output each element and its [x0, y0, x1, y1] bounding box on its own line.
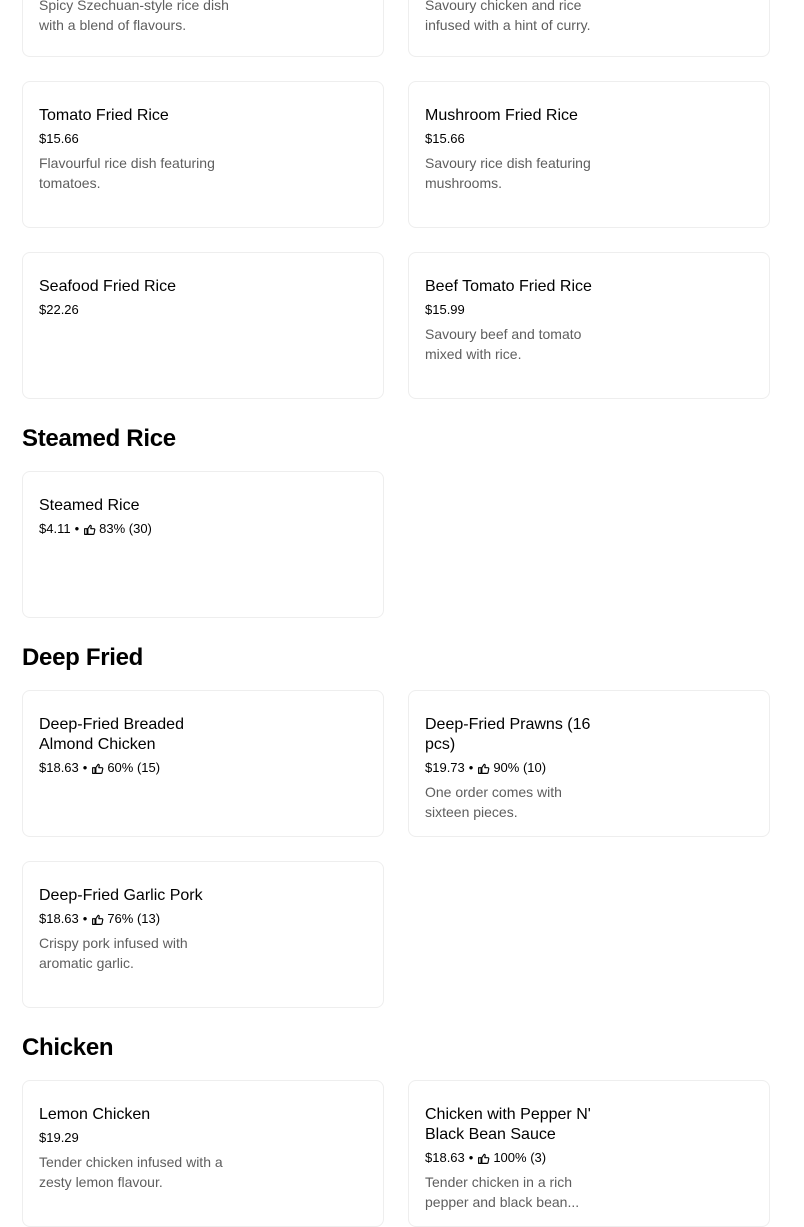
item-description: Savoury rice dish featuring mushrooms.	[425, 155, 591, 191]
menu-item-card[interactable]: Tomato Fried Rice $15.66 Flavourful rice…	[22, 81, 384, 228]
item-price: $4.11	[39, 521, 71, 536]
item-price: $15.66	[39, 131, 79, 146]
meta-separator: •	[468, 1150, 474, 1165]
item-rating: 83% (30)	[99, 521, 152, 536]
menu-item-card[interactable]: Lemon Chicken $19.29 Tender chicken infu…	[22, 1080, 384, 1227]
section-title-steamed-rice: Steamed Rice	[22, 425, 176, 452]
item-name: Steamed Rice	[39, 497, 140, 514]
thumbs-up-icon	[92, 914, 104, 925]
item-price: $18.63	[425, 1150, 465, 1165]
item-name: Lemon Chicken	[39, 1106, 151, 1123]
item-name: Tomato Fried Rice	[39, 107, 169, 124]
item-price: $15.66	[425, 131, 465, 146]
thumbs-up-icon	[84, 524, 96, 535]
item-rating: 100% (3)	[493, 1150, 547, 1165]
item-description: One order comes with sixteen pieces.	[425, 784, 562, 820]
menu-item-card[interactable]: Steamed Rice $4.11 • 83% (30)	[22, 471, 384, 618]
item-name: Chicken with Pepper N' Black Bean Sauce	[425, 1106, 591, 1143]
item-price: $19.29	[39, 1130, 79, 1145]
item-rating: 90% (10)	[493, 760, 547, 775]
item-name: Mushroom Fried Rice	[425, 107, 578, 124]
meta-separator: •	[82, 911, 88, 926]
item-name: Beef Tomato Fried Rice	[425, 278, 592, 295]
item-description: Spicy Szechuan-style rice dish with a bl…	[39, 0, 229, 33]
thumbs-up-icon	[92, 763, 104, 774]
section-title-deep-fried: Deep Fried	[22, 644, 144, 671]
menu-item-card[interactable]: Mushroom Fried Rice $15.66 Savoury rice …	[408, 81, 770, 228]
item-name: Deep-Fried Prawns (16 pcs)	[425, 716, 591, 753]
menu-item-card[interactable]: Savoury chicken and rice infused with a …	[408, 0, 770, 57]
item-rating: 76% (13)	[107, 911, 161, 926]
menu-item-card[interactable]: Spicy Szechuan-style rice dish with a bl…	[22, 0, 384, 57]
menu-item-card[interactable]: Deep-Fried Breaded Almond Chicken $18.63…	[22, 690, 384, 837]
menu-item-card[interactable]: Beef Tomato Fried Rice $15.99 Savoury be…	[408, 252, 770, 399]
thumbs-up-icon	[478, 763, 490, 774]
thumbs-up-icon	[478, 1153, 490, 1164]
item-description: Savoury beef and tomato mixed with rice.	[425, 326, 582, 362]
item-name: Deep-Fried Breaded Almond Chicken	[39, 716, 184, 753]
item-name: Seafood Fried Rice	[39, 278, 176, 295]
item-description: Crispy pork infused with aromatic garlic…	[39, 935, 188, 971]
item-description: Tender chicken in a rich pepper and blac…	[425, 1174, 580, 1210]
item-description: Flavourful rice dish featuring tomatoes.	[39, 155, 215, 191]
meta-separator: •	[82, 760, 88, 775]
meta-separator: •	[74, 521, 80, 536]
item-description: Savoury chicken and rice infused with a …	[425, 0, 591, 33]
item-rating: 60% (15)	[107, 760, 161, 775]
item-name: Deep-Fried Garlic Pork	[39, 887, 203, 904]
menu-item-card[interactable]: Deep-Fried Garlic Pork $18.63 • 76% (13)…	[22, 861, 384, 1008]
menu-item-card[interactable]: Deep-Fried Prawns (16 pcs) $19.73 • 90% …	[408, 690, 770, 837]
item-price: $15.99	[425, 302, 465, 317]
item-price: $22.26	[39, 302, 79, 317]
item-price: $18.63	[39, 911, 79, 926]
section-title-chicken: Chicken	[22, 1034, 114, 1061]
menu-item-card[interactable]: Seafood Fried Rice $22.26	[22, 252, 384, 399]
meta-separator: •	[468, 760, 474, 775]
item-description: Tender chicken infused with a zesty lemo…	[39, 1154, 223, 1190]
menu-item-card[interactable]: Chicken with Pepper N' Black Bean Sauce …	[408, 1080, 770, 1227]
item-price: $19.73	[425, 760, 465, 775]
item-price: $18.63	[39, 760, 79, 775]
